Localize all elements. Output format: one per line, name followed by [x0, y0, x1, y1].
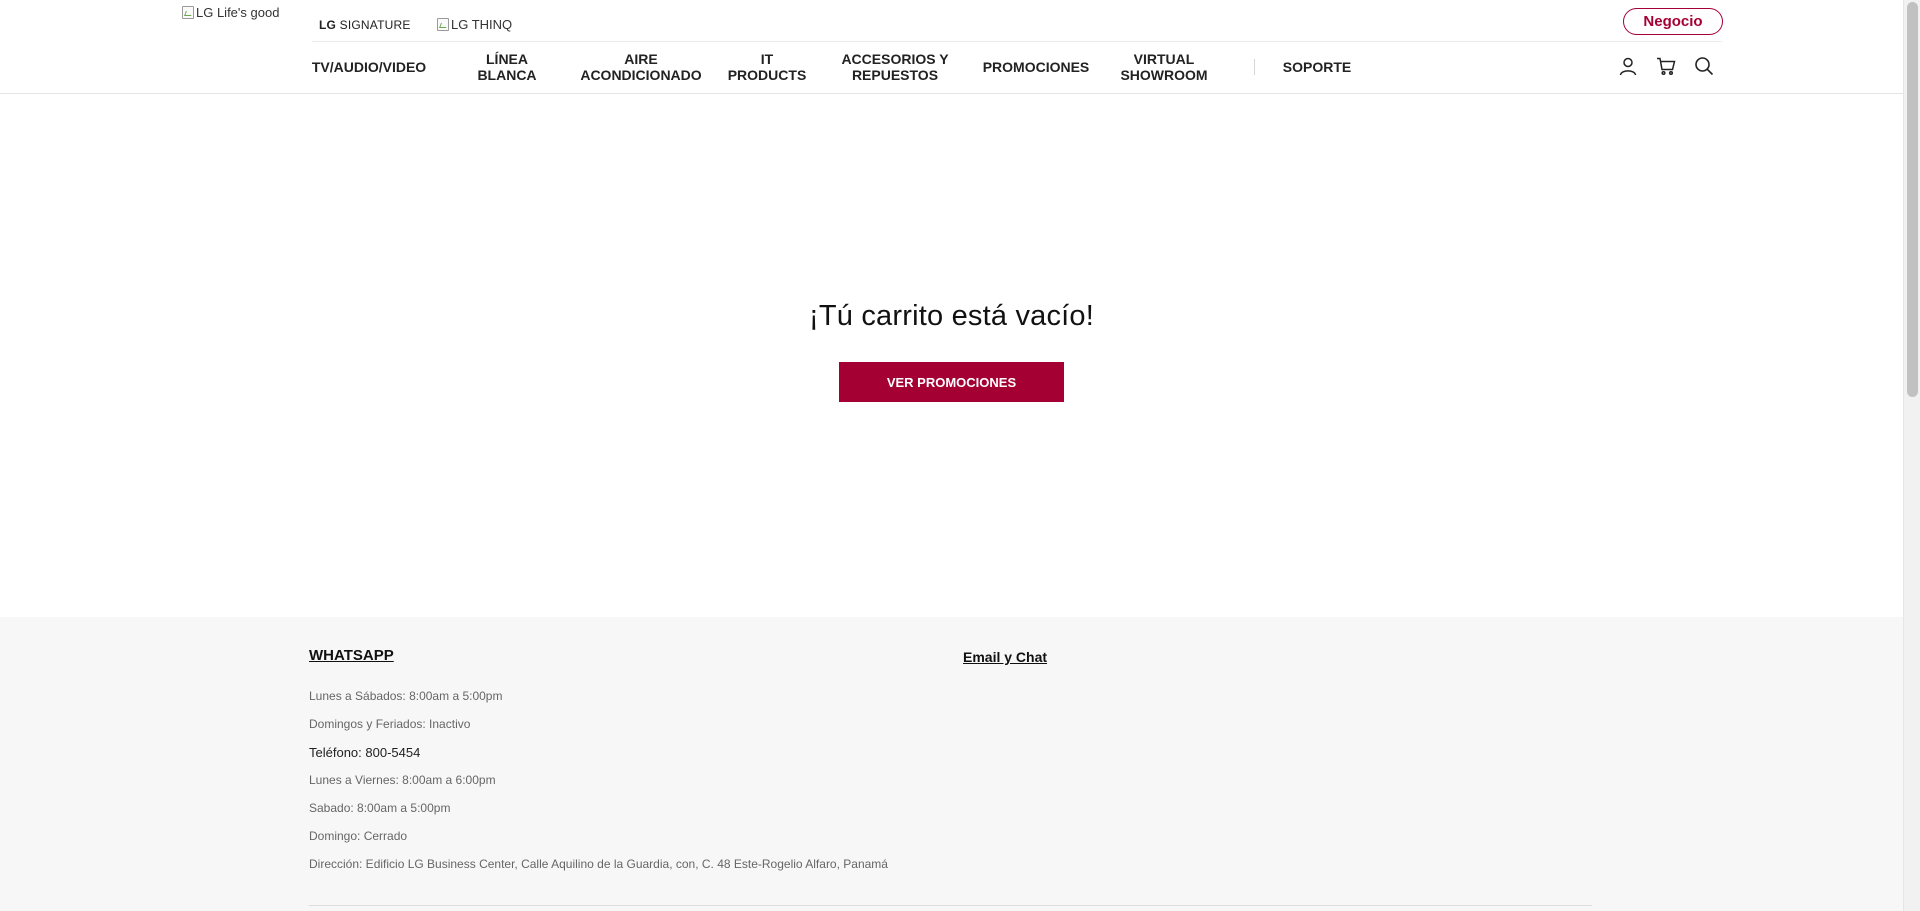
lg-signature-link[interactable]: LG SIGNATURE [319, 18, 411, 32]
nav-label-line2: PRODUCTS [727, 67, 807, 83]
search-icon[interactable] [1694, 56, 1714, 76]
footer-whatsapp-column: WHATSAPP Lunes a Sábados: 8:00am a 5:00p… [309, 647, 888, 871]
email-chat-link[interactable]: Email y Chat [963, 649, 1047, 665]
footer-hours-line: Lunes a Sábados: 8:00am a 5:00pm [309, 689, 503, 703]
business-button[interactable]: Negocio [1623, 8, 1723, 35]
nav-item-promociones[interactable]: PROMOCIONES [976, 50, 1096, 84]
footer-divider [309, 905, 1592, 906]
vertical-scrollbar[interactable] [1903, 0, 1920, 911]
nav-label-line2: ACONDICIONADO [580, 67, 702, 83]
signature-brand-text: LG [319, 18, 337, 32]
nav-separator [1254, 59, 1255, 75]
site-footer: WHATSAPP Lunes a Sábados: 8:00am a 5:00p… [0, 617, 1903, 911]
footer-hours-line: Lunes a Viernes: 8:00am a 6:00pm [309, 773, 496, 787]
nav-item-linea-blanca[interactable]: LÍNEA BLANCA [454, 50, 560, 84]
whatsapp-link[interactable]: WHATSAPP [309, 647, 394, 664]
broken-image-icon [437, 18, 449, 31]
nav-label-line1: AIRE [624, 51, 658, 67]
footer-phone-line: Teléfono: 800-5454 [309, 745, 421, 760]
page: LG Life's good LG SIGNATURE LG THINQ Neg… [0, 0, 1920, 911]
nav-item-virtual-showroom[interactable]: VIRTUAL SHOWROOM [1114, 50, 1214, 84]
signature-suffix-text: SIGNATURE [339, 18, 411, 32]
scrollbar-thumb[interactable] [1907, 2, 1918, 397]
lg-logo-link[interactable]: LG Life's good [182, 5, 279, 20]
empty-cart-title: ¡Tú carrito está vacío! [808, 300, 1095, 332]
thinq-alt-text: LG THINQ [451, 17, 513, 32]
user-icon[interactable] [1618, 56, 1638, 76]
nav-item-aire-acondicionado[interactable]: AIRE ACONDICIONADO [576, 50, 706, 84]
lg-thinq-link[interactable]: LG THINQ [437, 17, 512, 32]
nav-label-line2: REPUESTOS [851, 67, 939, 83]
footer-hours-line: Domingo: Cerrado [309, 829, 408, 843]
footer-address-line: Dirección: Edificio LG Business Center, … [309, 857, 888, 871]
nav-label-line1: LÍNEA [486, 51, 528, 67]
nav-item-tv-audio-video[interactable]: TV/AUDIO/VIDEO [312, 50, 426, 84]
footer-hours-line: Sabado: 8:00am a 5:00pm [309, 801, 451, 815]
nav-label-line1: ACCESORIOS Y [841, 51, 949, 67]
nav-label-line1: IT [760, 51, 774, 67]
cart-icon[interactable] [1656, 56, 1676, 76]
nav-label-line1: VIRTUAL [1133, 51, 1195, 67]
broken-image-icon [182, 6, 194, 19]
nav-item-accesorios-repuestos[interactable]: ACCESORIOS Y REPUESTOS [836, 50, 954, 84]
nav-item-soporte[interactable]: SOPORTE [1277, 50, 1357, 84]
main-nav: TV/AUDIO/VIDEO LÍNEA BLANCA AIRE ACONDIC… [312, 50, 1357, 84]
utility-icons [1618, 56, 1714, 76]
nav-item-it-products[interactable]: IT PRODUCTS [722, 50, 812, 84]
nav-label-line2: BLANCA [477, 67, 537, 83]
nav-label: PROMOCIONES [982, 59, 1090, 75]
footer-email-column: Email y Chat [963, 649, 1047, 667]
header-divider [312, 41, 1722, 42]
nav-label-line2: SHOWROOM [1120, 67, 1208, 83]
nav-label: SOPORTE [1282, 59, 1352, 75]
lg-logo-alt-text: LG Life's good [196, 5, 280, 20]
footer-hours-line: Domingos y Feriados: Inactivo [309, 717, 471, 731]
view-promotions-button[interactable]: VER PROMOCIONES [839, 362, 1064, 402]
site-header: LG Life's good LG SIGNATURE LG THINQ Neg… [0, 0, 1903, 94]
nav-label: TV/AUDIO/VIDEO [311, 59, 427, 75]
